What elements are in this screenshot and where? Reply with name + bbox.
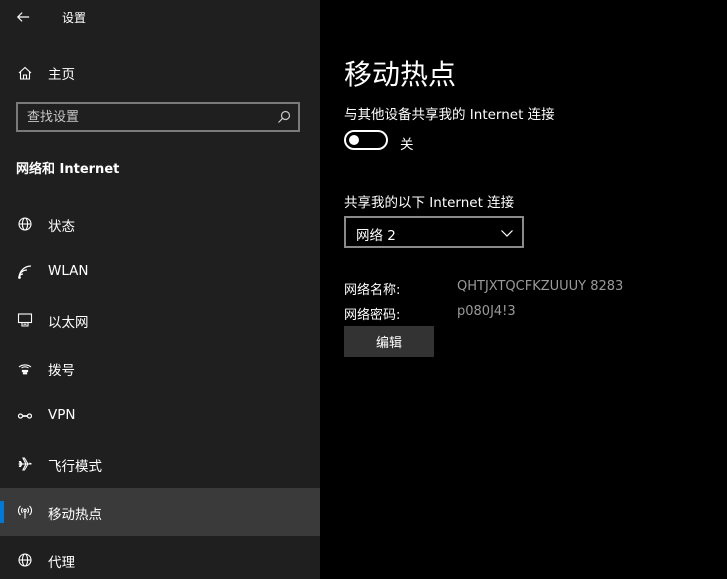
hotspot-toggle[interactable]	[344, 130, 388, 150]
select-value: 网络 2	[356, 228, 396, 244]
airplane-icon	[16, 455, 34, 473]
sidebar-item-mobile-hotspot[interactable]: 移动热点	[0, 488, 320, 536]
hotspot-icon	[16, 503, 34, 521]
back-button[interactable]	[6, 3, 40, 31]
sidebar-item-vpn[interactable]: VPN	[0, 392, 320, 440]
sidebar-item-status[interactable]: 状态	[0, 200, 320, 248]
network-password-row: 网络密码: p080J4!3	[344, 304, 724, 324]
share-from-select[interactable]: 网络 2	[344, 216, 524, 248]
home-icon	[16, 64, 34, 82]
dialup-icon	[16, 359, 34, 377]
back-arrow-icon	[16, 12, 30, 22]
sidebar-item-label: 代理	[48, 555, 75, 571]
globe-icon	[16, 215, 34, 233]
sidebar-item-label: 飞行模式	[48, 459, 102, 475]
page-title: 移动热点	[344, 58, 457, 91]
globe-icon	[16, 551, 34, 569]
sidebar-item-label: 主页	[48, 67, 75, 83]
sidebar-item-ethernet[interactable]: 以太网	[0, 296, 320, 344]
settings-window: 设置 主页 网络和 Internet	[0, 0, 727, 579]
ethernet-icon	[16, 311, 34, 329]
network-name-value: QHTJXTQCFKZUUUY 8283	[457, 279, 624, 294]
search-icon[interactable]	[276, 109, 292, 125]
network-password-label: 网络密码:	[344, 308, 401, 323]
edit-button[interactable]: 编辑	[344, 326, 434, 357]
sidebar: 设置 主页 网络和 Internet	[0, 0, 320, 579]
sidebar-item-label: 以太网	[48, 315, 89, 331]
network-name-row: 网络名称: QHTJXTQCFKZUUUY 8283	[344, 279, 724, 299]
network-password-value: p080J4!3	[457, 304, 516, 319]
share-internet-label: 与其他设备共享我的 Internet 连接	[344, 107, 555, 123]
search-input[interactable]	[18, 104, 267, 130]
vpn-icon	[16, 407, 34, 425]
sidebar-item-label: 状态	[48, 219, 75, 235]
sidebar-item-label: 移动热点	[48, 507, 102, 523]
wifi-icon	[16, 263, 34, 281]
search-box[interactable]	[16, 102, 300, 132]
title-bar: 设置	[0, 0, 320, 34]
toggle-state-label: 关	[400, 137, 414, 153]
section-heading: 网络和 Internet	[16, 162, 120, 177]
chevron-down-icon	[501, 230, 513, 237]
sidebar-item-label: VPN	[48, 407, 76, 423]
share-from-label: 共享我的以下 Internet 连接	[344, 195, 515, 211]
sidebar-item-airplane-mode[interactable]: 飞行模式	[0, 440, 320, 488]
sidebar-item-label: WLAN	[48, 263, 89, 279]
main-content: 移动热点 与其他设备共享我的 Internet 连接 关 共享我的以下 Inte…	[320, 0, 727, 579]
network-name-label: 网络名称:	[344, 283, 401, 298]
toggle-knob	[349, 135, 359, 145]
sidebar-item-home[interactable]: 主页	[0, 56, 320, 90]
sidebar-item-wlan[interactable]: WLAN	[0, 248, 320, 296]
sidebar-item-dialup[interactable]: 拨号	[0, 344, 320, 392]
sidebar-item-proxy[interactable]: 代理	[0, 536, 320, 579]
app-title: 设置	[62, 11, 87, 25]
sidebar-nav: 状态 WLAN 以太网 拨号 VPN 飞行模式 移动热点 代理	[0, 200, 320, 579]
sidebar-item-label: 拨号	[48, 363, 75, 379]
